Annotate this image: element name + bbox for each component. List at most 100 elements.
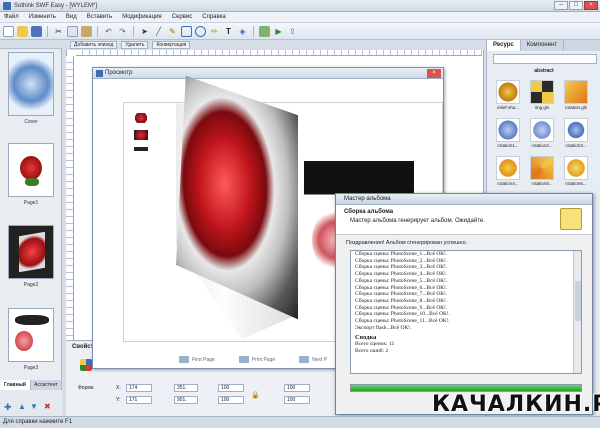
rect-icon[interactable] (181, 25, 192, 37)
summary-title: Сводка (355, 334, 377, 342)
window-title: Sothink SWF Easy - [WYLEM*] (14, 2, 98, 9)
preview-controls: First Page Print Page Next P (179, 356, 327, 363)
skew-y-input[interactable]: 100 (284, 396, 310, 404)
delete-scene-button[interactable]: Удалить (121, 41, 149, 49)
resource-name: rotation1... (497, 143, 519, 148)
export-icon[interactable]: ⇪ (287, 26, 298, 37)
open-icon[interactable] (17, 25, 28, 37)
pages-toolbar (0, 40, 62, 49)
scale-x-input[interactable]: 100 (218, 384, 244, 392)
resource-thumbnail (530, 156, 554, 180)
resource-item[interactable]: rotation5... (529, 156, 555, 189)
first-page-button[interactable]: First Page (179, 356, 215, 363)
resource-thumbnail (564, 118, 588, 142)
print-page-button[interactable]: Print Page (238, 356, 275, 363)
toolbar-separator (97, 25, 98, 37)
tab-resource[interactable]: Ресурс (487, 40, 521, 51)
thumb-rose-1[interactable] (134, 113, 148, 123)
y-input[interactable]: 171 (126, 396, 152, 404)
resource-item[interactable]: rotation2... (529, 118, 555, 151)
resource-name: rotation.gls (564, 105, 587, 110)
save-icon[interactable] (31, 25, 42, 37)
menu-edit[interactable]: Изменить (29, 14, 56, 20)
redo-icon[interactable]: ↷ (117, 26, 128, 37)
tab-main[interactable]: Главный (0, 380, 31, 390)
tab-component[interactable]: Компонент (521, 40, 564, 51)
arrow-icon[interactable]: ➤ (139, 26, 150, 37)
menu-view[interactable]: Вид (66, 14, 77, 20)
resource-name: img.gls (534, 105, 550, 110)
close-button[interactable]: × (584, 1, 598, 10)
menu-tools[interactable]: Сервис (172, 14, 193, 20)
page-thumb-page1[interactable] (8, 143, 54, 197)
delete-page-icon[interactable]: ✖ (44, 402, 51, 411)
resource-item[interactable]: relief-sha... (495, 80, 521, 113)
next-page-button[interactable]: Next P (299, 356, 327, 363)
menu-file[interactable]: Файл (4, 14, 19, 20)
oval-icon[interactable] (195, 25, 206, 37)
menu-help[interactable]: Справка (202, 14, 226, 20)
page-label: Page2 (23, 282, 39, 288)
resource-thumbnail (496, 118, 520, 142)
resource-thumbnail (530, 80, 554, 104)
maximize-button[interactable]: □ (569, 1, 583, 10)
image-icon[interactable] (259, 25, 270, 37)
line-icon[interactable]: ╱ (153, 26, 164, 37)
resource-thumbnail (496, 156, 520, 180)
shape-icon (80, 359, 92, 371)
paste-icon[interactable] (81, 25, 92, 37)
resource-item[interactable]: img.gls (529, 80, 555, 113)
resource-item[interactable]: rotation1... (495, 118, 521, 151)
wizard-log[interactable]: Сборка сцены: PhotoScene_1...Всё ОК!. Сбо… (350, 250, 582, 374)
resource-name: relief-sha... (496, 105, 520, 110)
resource-name: rotation5... (531, 181, 553, 186)
resource-name: rotation2... (531, 143, 553, 148)
next-page-icon (299, 356, 310, 363)
copy-icon[interactable] (67, 25, 78, 37)
pencil-icon[interactable]: ✏ (209, 26, 220, 37)
resource-name: rotation6... (565, 181, 587, 186)
preview-title: Просмотр (93, 68, 443, 79)
new-icon[interactable] (3, 25, 14, 37)
x-input[interactable]: 174 (126, 384, 152, 392)
resource-search-input[interactable] (493, 54, 597, 64)
play-icon[interactable]: ▶ (273, 26, 284, 37)
scrollbar-thumb[interactable] (575, 281, 581, 321)
resource-item[interactable]: rotation.gls (563, 80, 589, 113)
text-icon[interactable]: T (223, 26, 234, 37)
height-input[interactable]: 901. (174, 396, 198, 404)
width-input[interactable]: 351. (174, 384, 198, 392)
lock-icon[interactable]: 🔒 (251, 391, 260, 399)
page-thumb-page2[interactable] (8, 225, 54, 279)
thumb-rose-3[interactable] (134, 147, 148, 157)
preview-close-button[interactable]: × (427, 69, 441, 78)
scale-y-input[interactable]: 100 (218, 396, 244, 404)
resource-item[interactable]: rotation4... (495, 156, 521, 189)
add-scene-button[interactable]: Добавить эпизод (70, 41, 118, 49)
pen-icon[interactable]: ✎ (167, 26, 178, 37)
add-page-icon[interactable]: ✚ (4, 402, 12, 413)
thumb-rose-2[interactable] (134, 130, 148, 140)
resource-item[interactable]: rotation6... (563, 156, 589, 189)
resource-item[interactable]: rotation3... (563, 118, 589, 151)
resource-category: abstract (534, 68, 554, 74)
cut-icon[interactable]: ✂ (53, 26, 64, 37)
log-scrollbar[interactable] (573, 251, 581, 373)
minimize-button[interactable]: – (554, 1, 568, 10)
tab-assistant[interactable]: Ассистент (31, 380, 62, 390)
log-line: Сборка сцены: PhotoScene_1...Всё ОК!. (355, 251, 448, 257)
print-icon (238, 356, 249, 363)
fill-icon[interactable]: ◈ (237, 26, 248, 37)
move-down-icon[interactable]: ▼ (30, 402, 38, 411)
convert-button[interactable]: Конвертация (152, 41, 191, 49)
title-bar: Sothink SWF Easy - [WYLEM*] – □ × (0, 0, 600, 12)
undo-icon[interactable]: ↶ (103, 26, 114, 37)
menu-modify[interactable]: Модификация (122, 14, 162, 20)
page-thumb-page3[interactable] (8, 308, 54, 362)
page-label: Cover (24, 119, 38, 125)
left-panel-footer: ✚ ▲ ▼ ✖ (0, 390, 62, 416)
menu-insert[interactable]: Вставить (87, 14, 112, 20)
page-thumb-cover[interactable] (8, 52, 54, 116)
skew-x-input[interactable]: 100 (284, 384, 310, 392)
move-up-icon[interactable]: ▲ (18, 402, 26, 411)
